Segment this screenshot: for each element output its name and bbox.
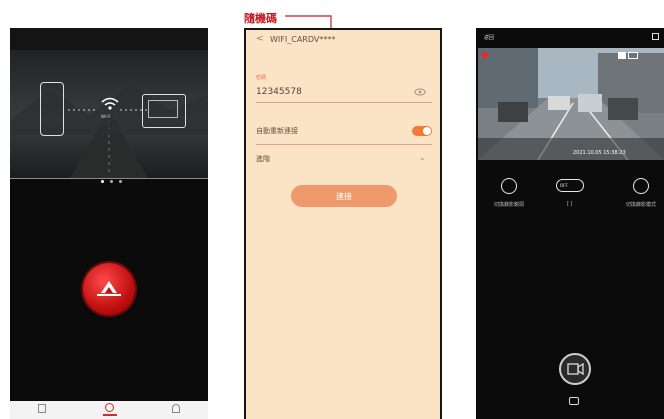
snapshot-icon[interactable] — [569, 397, 579, 405]
off-text: OFF — [560, 183, 568, 188]
password-input[interactable]: 12345578 — [256, 87, 302, 97]
divider — [256, 144, 432, 145]
switch-lens-icon[interactable] — [501, 178, 517, 194]
switch-lens-label: 切換錄影鏡頭 — [494, 202, 525, 208]
auto-connect-label: 自動重新連接 — [256, 127, 298, 135]
connect-button[interactable]: 連接 — [291, 185, 397, 207]
menu-icon[interactable] — [652, 33, 659, 40]
street-scene — [478, 48, 664, 160]
phone-connect-screen: Wi-Fi — [10, 28, 208, 419]
ssid-title: WIFI_CARDV**** — [270, 35, 336, 44]
brand-logo-icon — [97, 281, 121, 296]
nav-user-icon[interactable] — [172, 404, 180, 413]
connection-dots — [68, 109, 148, 111]
status-bar — [10, 28, 208, 50]
timestamp: 2021.10.05 15:38:23 — [573, 150, 626, 156]
password-underline — [256, 102, 432, 103]
video-camera-icon — [567, 362, 584, 376]
record-button[interactable] — [559, 353, 591, 385]
switch-mode-icon[interactable] — [633, 178, 649, 194]
password-label: 密碼 — [256, 75, 267, 81]
eye-icon[interactable] — [414, 88, 426, 96]
auto-connect-toggle[interactable] — [412, 126, 432, 136]
phone-live-view-screen: 返回 2021.10.05 15:38:23 切換錄影鏡頭 OFF [ ] 切換… — [476, 28, 664, 419]
nav-files-icon[interactable] — [38, 404, 46, 413]
nav-home-underline — [103, 414, 117, 416]
divider — [10, 178, 208, 179]
connect-logo-button[interactable] — [83, 263, 135, 315]
chevron-down-icon[interactable]: ⌄ — [419, 153, 426, 162]
switch-mode-label: 切換錄影模式 — [626, 202, 657, 208]
phone-wifi-settings-screen: < WIFI_CARDV**** 密碼 12345578 自動重新連接 進階 ⌄… — [244, 28, 442, 419]
phone-outline-icon — [40, 82, 64, 136]
audio-off-toggle[interactable]: OFF — [556, 179, 584, 192]
recording-indicator — [482, 52, 488, 58]
camera-preview: 2021.10.05 15:38:23 — [478, 48, 664, 160]
wifi-text: Wi-Fi — [101, 114, 111, 119]
back-icon[interactable]: < — [256, 34, 264, 44]
lock-icon — [618, 52, 626, 59]
back-link[interactable]: 返回 — [484, 34, 494, 41]
connection-illustration: Wi-Fi — [10, 50, 208, 183]
off-caption: [ ] — [567, 201, 573, 207]
camera-switch-icon — [628, 52, 638, 59]
nav-home-icon[interactable] — [105, 403, 114, 412]
dashcam-screen — [148, 100, 178, 118]
advanced-label[interactable]: 進階 — [256, 154, 270, 164]
bottom-nav — [10, 401, 208, 419]
random-code-label: 隨機碼 — [244, 12, 277, 25]
